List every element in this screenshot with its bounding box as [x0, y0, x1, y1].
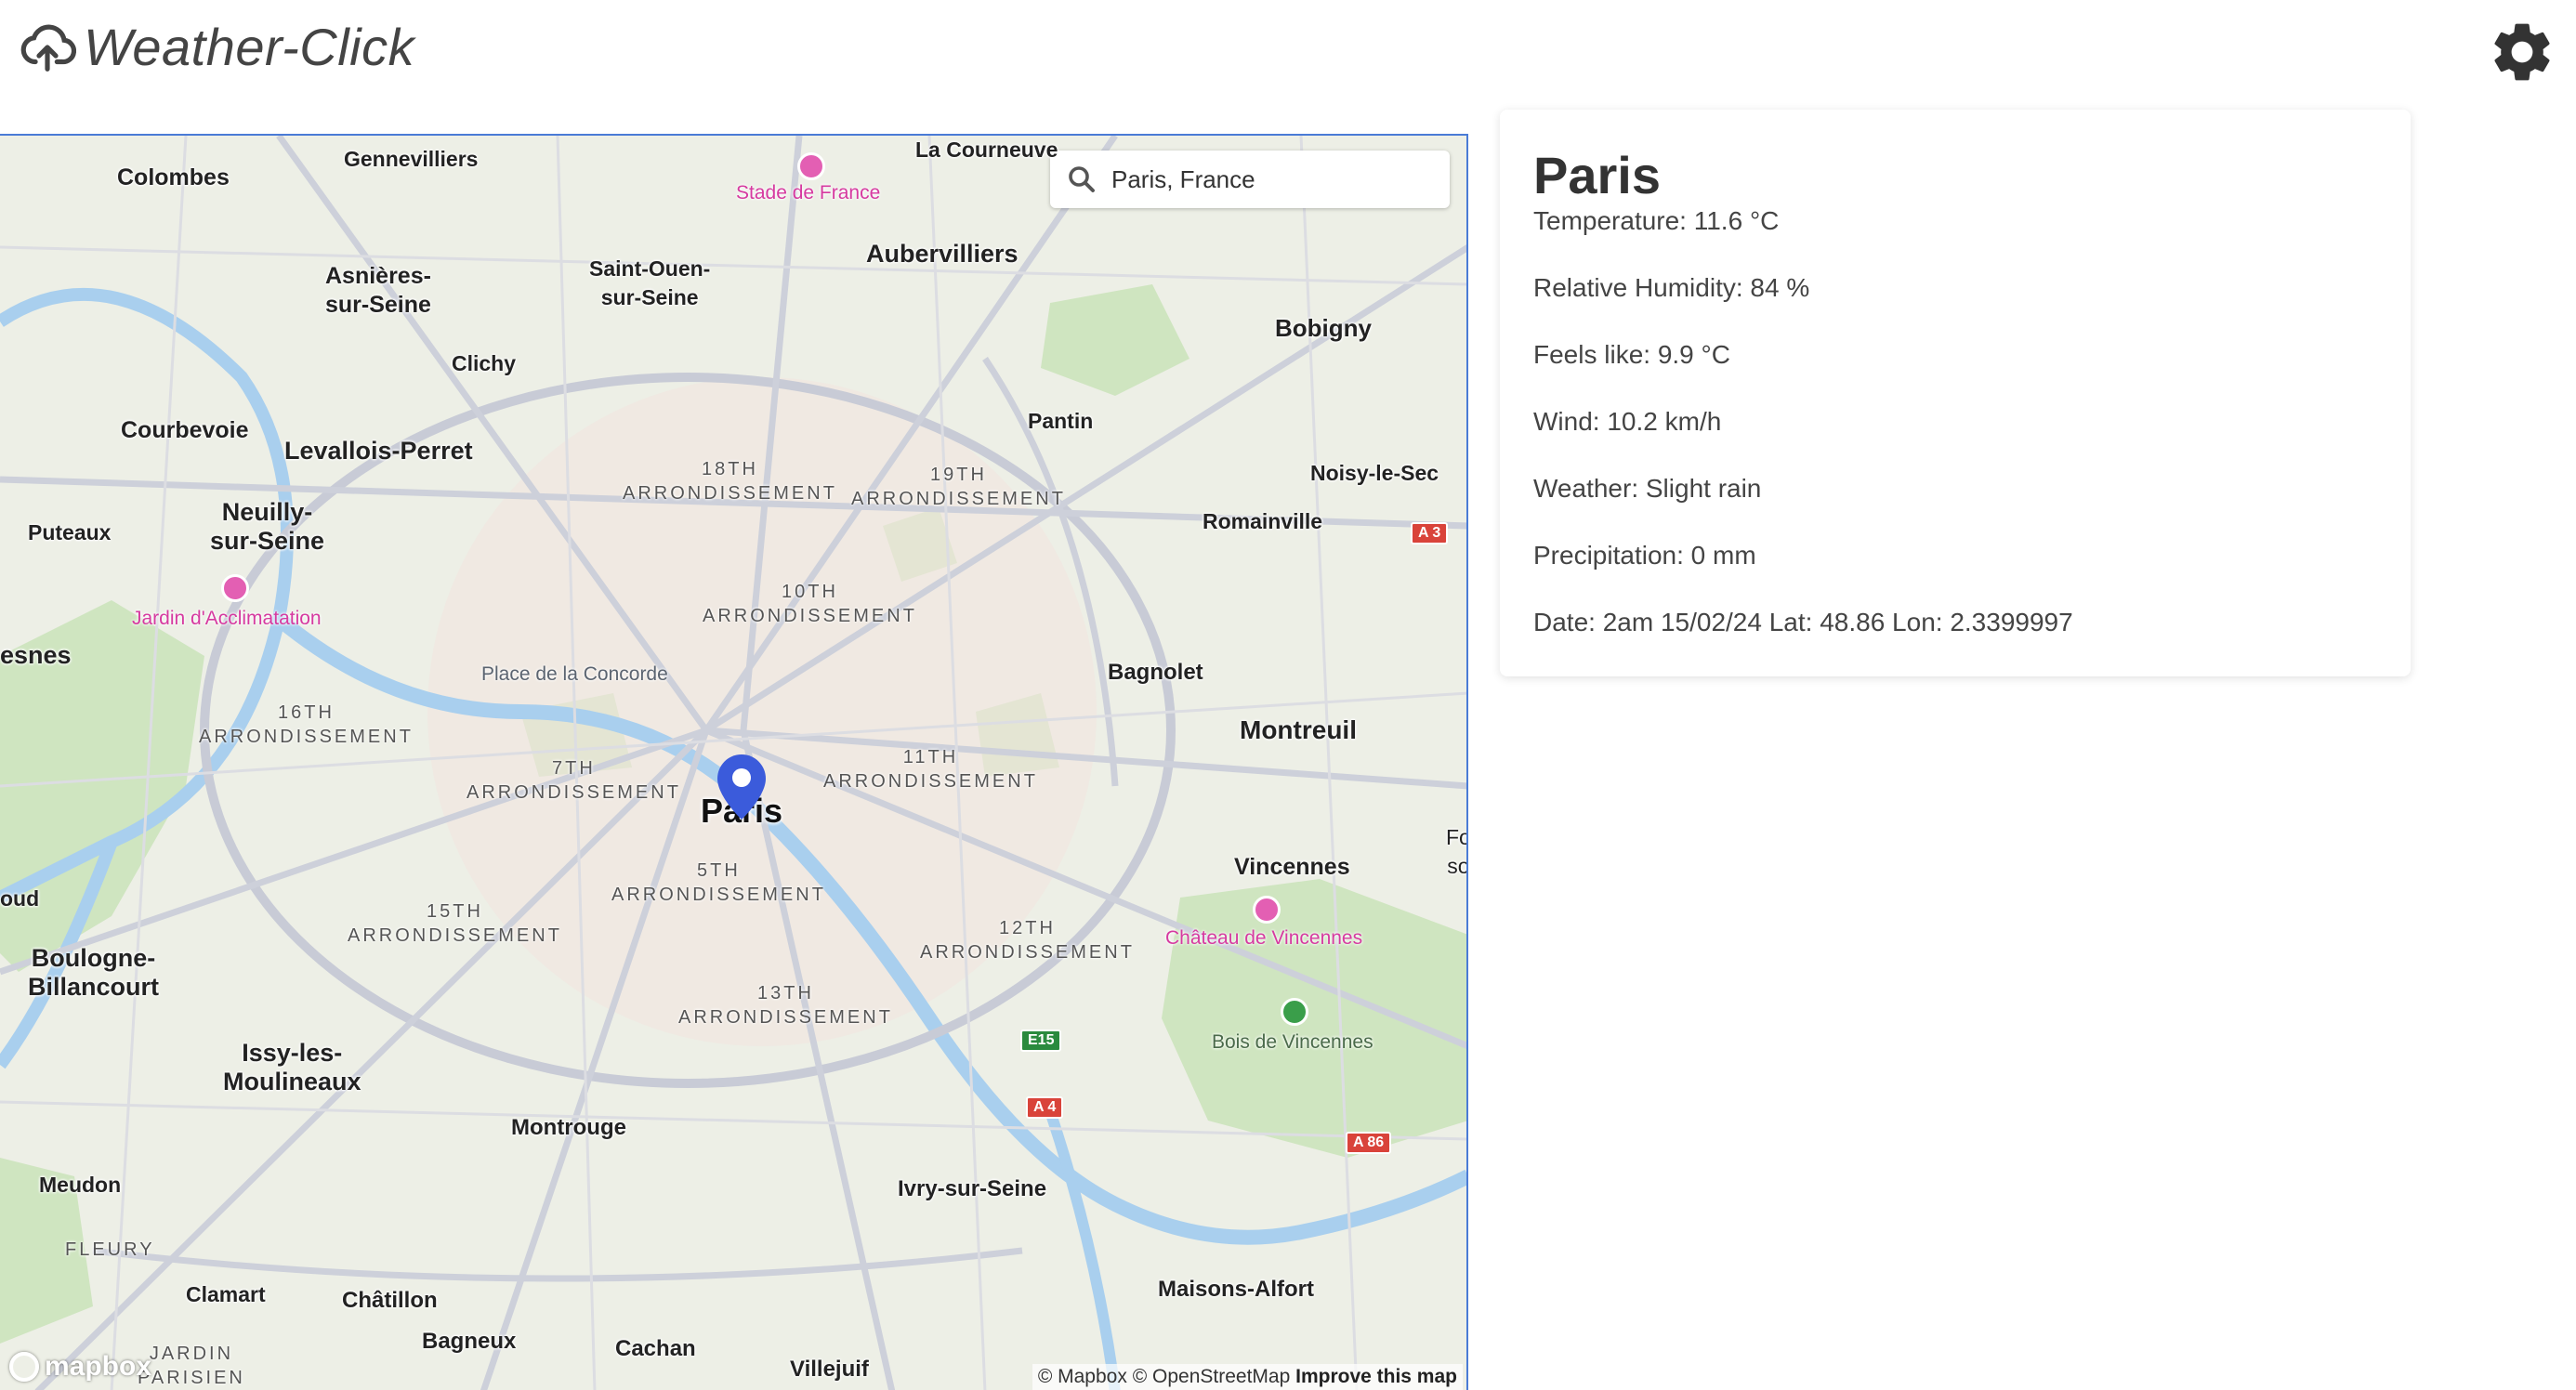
city-name: Paris: [1533, 146, 1661, 204]
osm-attribution-link[interactable]: © OpenStreetMap: [1133, 1366, 1291, 1387]
map-label: Maisons-Alfort: [1158, 1277, 1314, 1302]
map-label: esnes: [0, 641, 72, 669]
map-label: oud: [0, 886, 40, 911]
map-label: Colombes: [117, 164, 230, 190]
mapbox-logo-text: mapbox: [45, 1351, 152, 1382]
map-district-label: 12TH ARRONDISSEMENT: [920, 918, 1135, 963]
map-label: Montreuil: [1240, 715, 1357, 744]
map-poi-label: Place de la Concorde: [481, 663, 668, 685]
map-district-label: 7TH ARRONDISSEMENT: [467, 758, 681, 803]
map-label: Vincennes: [1234, 854, 1350, 880]
app-logo[interactable]: Weather-Click: [19, 17, 414, 77]
mapbox-attribution-link[interactable]: © Mapbox: [1038, 1366, 1127, 1387]
search-input[interactable]: [1110, 164, 1439, 195]
map-label: Bobigny: [1275, 314, 1372, 342]
map-label: Cachan: [615, 1336, 696, 1361]
map-label: Gennevilliers: [344, 147, 479, 171]
map-district-label: 11TH ARRONDISSEMENT: [823, 747, 1038, 792]
map-label: Clichy: [452, 351, 517, 375]
map-label: Puteaux: [28, 520, 112, 544]
cloud-upload-icon: [20, 24, 76, 72]
map-district-label: 5TH ARRONDISSEMENT: [611, 860, 826, 905]
app-title: Weather-Click: [84, 18, 415, 76]
map-district-label: 19TH ARRONDISSEMENT: [851, 465, 1066, 509]
park-attraction-icon: [221, 574, 249, 602]
map-label: Ivry-sur-Seine: [898, 1176, 1047, 1201]
stadium-icon: [797, 152, 825, 180]
map-label: Levallois-Perret: [284, 437, 473, 465]
settings-button[interactable]: [2487, 17, 2557, 87]
map-label: Saint-Ouen- sur-Seine: [589, 256, 711, 309]
humidity-text: Relative Humidity: 84 %: [1533, 273, 1810, 302]
map-district-label: 13TH ARRONDISSEMENT: [678, 983, 893, 1028]
map-label: Aubervilliers: [866, 240, 1019, 268]
map-label: Montrouge: [511, 1115, 626, 1140]
improve-map-link[interactable]: Improve this map: [1295, 1366, 1457, 1387]
map-search-box[interactable]: [1050, 151, 1450, 208]
map-poi-label: Bois de Vincennes: [1212, 1031, 1373, 1053]
map-label: Meudon: [39, 1173, 122, 1197]
precipitation-text: Precipitation: 0 mm: [1533, 541, 1756, 570]
map-attribution: © Mapbox © OpenStreetMap Improve this ma…: [1032, 1364, 1463, 1390]
weather-card: Paris Temperature: 11.6 °C Relative Humi…: [1500, 110, 2411, 676]
date-coordinates-text: Date: 2am 15/02/24 Lat: 48.86 Lon: 2.339…: [1533, 608, 2073, 636]
map-label: Boulogne- Billancourt: [28, 944, 160, 1001]
temperature-text: Temperature: 11.6 °C: [1533, 206, 1780, 235]
map-district-label: 18TH ARRONDISSEMENT: [623, 459, 837, 504]
map-poi-label: Stade de France: [736, 182, 881, 203]
feels-like-text: Feels like: 9.9 °C: [1533, 340, 1730, 369]
map-label: Villejuif: [790, 1357, 869, 1382]
weather-condition-text: Weather: Slight rain: [1533, 474, 1762, 503]
map-label: Clamart: [186, 1282, 266, 1306]
road-shield: A 4: [1026, 1096, 1064, 1119]
map-district-label: 15TH ARRONDISSEMENT: [348, 901, 562, 946]
road-shield: A 3: [1411, 522, 1449, 544]
map-label: Romainville: [1203, 509, 1323, 533]
map-label: Bagnolet: [1108, 660, 1203, 685]
map-label: Issy-les- Moulineaux: [223, 1039, 361, 1095]
gear-icon: [2494, 23, 2550, 81]
map-district-label: 10TH ARRONDISSEMENT: [703, 582, 917, 626]
map-label: Asnières- sur-Seine: [325, 263, 431, 318]
map-label: Noisy-le-Sec: [1310, 461, 1439, 485]
road-shield: A 86: [1346, 1132, 1392, 1154]
map-district-label: JARDIN PARISIEN: [138, 1344, 245, 1388]
mapbox-logo-icon: [9, 1352, 39, 1382]
wind-text: Wind: 10.2 km/h: [1533, 407, 1722, 436]
map-label: La Courneuve: [915, 138, 1058, 162]
map-label: Courbevoie: [121, 417, 249, 443]
map-label: Châtillon: [342, 1288, 438, 1313]
map-view[interactable]: Colombes Gennevilliers Stade de France L…: [0, 134, 1468, 1390]
map-label: Bagneux: [422, 1329, 517, 1354]
map-label: Pantin: [1028, 409, 1094, 433]
map-label: Neuilly- sur-Seine: [210, 498, 325, 555]
mapbox-logo[interactable]: mapbox: [9, 1351, 151, 1383]
road-shield: E15: [1020, 1029, 1062, 1052]
park-icon: [1281, 998, 1308, 1026]
location-marker-icon[interactable]: [717, 754, 766, 820]
map-district-label: 16TH ARRONDISSEMENT: [199, 702, 414, 747]
map-district-label: FLEURY: [65, 1239, 155, 1260]
search-icon: [1069, 166, 1095, 192]
map-label: Fo so: [1446, 825, 1468, 878]
castle-icon: [1253, 896, 1281, 924]
map-poi-label: Jardin d'Acclimatation: [132, 608, 322, 629]
map-poi-label: Château de Vincennes: [1165, 927, 1363, 949]
